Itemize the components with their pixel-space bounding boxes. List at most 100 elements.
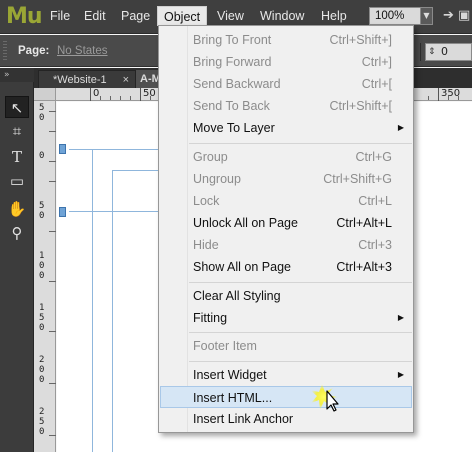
- ruler-corner[interactable]: [34, 88, 56, 101]
- menu-item-label: Unlock All on Page: [193, 216, 298, 230]
- guide-horizontal[interactable]: [69, 211, 169, 212]
- menu-item-ungroup[interactable]: Ungroup Ctrl+Shift+G: [160, 168, 412, 190]
- menu-item-label: Ungroup: [193, 172, 241, 186]
- footer-guide-handle-icon[interactable]: [59, 207, 66, 217]
- publish-icon[interactable]: ▣: [458, 8, 470, 23]
- menu-item-shortcut: Ctrl+G: [355, 150, 392, 164]
- menu-item-insert-link-anchor[interactable]: Insert Link Anchor: [160, 408, 412, 430]
- value-stepper[interactable]: ⇕ 0: [425, 43, 472, 61]
- menu-object[interactable]: Object: [157, 6, 208, 26]
- menu-item-show-all[interactable]: Show All on Page Ctrl+Alt+3: [160, 256, 412, 278]
- app-logo: Mu: [6, 4, 43, 29]
- menu-item-label: Send Backward: [193, 77, 281, 91]
- menu-item-shortcut: Ctrl+Alt+L: [336, 216, 392, 230]
- ruler-tick: [130, 96, 131, 100]
- ruler-tick: [49, 383, 56, 384]
- zoom-level[interactable]: 100%: [369, 7, 421, 25]
- panel-collapse-icon[interactable]: »: [0, 68, 34, 82]
- stepper-arrows-icon[interactable]: ⇕: [428, 44, 436, 60]
- tab-website-1[interactable]: *Website-1 ×: [38, 70, 136, 88]
- object-menu-dropdown: Bring To Front Ctrl+Shift+] Bring Forwar…: [158, 25, 414, 433]
- ruler-label: 5 0: [39, 201, 45, 221]
- menu-separator: [189, 332, 412, 333]
- menu-item-lock[interactable]: Lock Ctrl+L: [160, 190, 412, 212]
- menu-item-shortcut: Ctrl+Shift+[: [329, 99, 392, 113]
- ruler-tick: [428, 96, 429, 100]
- vertical-ruler[interactable]: 5 0 0 5 0 1 0 0 1 5 0 2 0 0 2 5 0: [34, 101, 56, 452]
- ruler-tick: [49, 161, 56, 162]
- ruler-tick: [49, 181, 56, 182]
- zoom-dropdown-icon[interactable]: ▼: [420, 7, 433, 25]
- stepper-value[interactable]: 0: [441, 44, 448, 60]
- selection-tool-icon[interactable]: ↖: [5, 96, 29, 118]
- ruler-label: 2 5 0: [39, 407, 45, 437]
- menu-item-label: Bring Forward: [193, 55, 272, 69]
- menu-item-shortcut: Ctrl+3: [358, 238, 392, 252]
- menu-item-send-to-back[interactable]: Send To Back Ctrl+Shift+[: [160, 95, 412, 117]
- menu-window[interactable]: Window: [254, 6, 310, 26]
- menu-item-label: Insert HTML...: [193, 391, 273, 405]
- ruler-label: 0: [39, 151, 45, 161]
- ruler-tick: [458, 96, 459, 100]
- text-tool-icon[interactable]: T: [5, 146, 29, 168]
- menu-item-label: Fitting: [193, 311, 228, 325]
- menu-item-hide[interactable]: Hide Ctrl+3: [160, 234, 412, 256]
- menu-item-shortcut: Ctrl+L: [358, 194, 392, 208]
- ruler-tick: [49, 111, 56, 112]
- menu-item-shortcut: Ctrl+[: [361, 77, 392, 91]
- ruler-tick: [448, 96, 449, 100]
- menu-item-group[interactable]: Group Ctrl+G: [160, 146, 412, 168]
- menu-edit[interactable]: Edit: [78, 6, 112, 26]
- menu-item-label: Footer Item: [193, 339, 257, 353]
- ruler-label: 1 0 0: [39, 251, 45, 281]
- ruler-label: 1 5 0: [39, 303, 45, 333]
- guide-vertical[interactable]: [92, 149, 93, 452]
- close-icon[interactable]: ×: [123, 71, 129, 89]
- mouse-cursor-icon: [310, 384, 339, 412]
- menu-item-label: Lock: [193, 194, 220, 208]
- ruler-tick: [49, 331, 56, 332]
- preview-arrow-icon[interactable]: ➔: [443, 8, 454, 23]
- menu-file[interactable]: File: [44, 6, 76, 26]
- grip-icon[interactable]: [3, 41, 7, 61]
- menu-item-unlock-all[interactable]: Unlock All on Page Ctrl+Alt+L: [160, 212, 412, 234]
- menu-item-shortcut: Ctrl+]: [361, 55, 392, 69]
- menu-item-shortcut: Ctrl+Shift+]: [329, 33, 392, 47]
- menu-item-bring-to-front[interactable]: Bring To Front Ctrl+Shift+]: [160, 29, 412, 51]
- menu-separator: [189, 143, 412, 144]
- menu-item-footer-item[interactable]: Footer Item: [160, 335, 412, 357]
- menu-page[interactable]: Page: [115, 6, 156, 26]
- menu-item-shortcut: Ctrl+Alt+3: [336, 260, 392, 274]
- ruler-tick: [150, 96, 151, 100]
- hand-tool-icon[interactable]: ✋: [5, 198, 29, 220]
- ruler-label: 2 0 0: [39, 355, 45, 385]
- zoom-tool-icon[interactable]: ⚲: [5, 222, 29, 244]
- menu-item-insert-widget[interactable]: Insert Widget ▶: [160, 364, 412, 386]
- header-guide-handle-icon[interactable]: [59, 144, 66, 154]
- tab-label: *Website-1: [53, 74, 107, 86]
- menu-item-bring-forward[interactable]: Bring Forward Ctrl+]: [160, 51, 412, 73]
- ruler-label: 0: [93, 88, 100, 99]
- menu-item-send-backward[interactable]: Send Backward Ctrl+[: [160, 73, 412, 95]
- submenu-arrow-icon: ▶: [397, 313, 404, 322]
- guide-horizontal[interactable]: [69, 149, 169, 150]
- ruler-tick: [49, 131, 56, 132]
- menu-item-fitting[interactable]: Fitting ▶: [160, 307, 412, 329]
- menu-item-label: Group: [193, 150, 228, 164]
- ruler-tick: [49, 281, 56, 282]
- submenu-arrow-icon: ▶: [397, 123, 404, 132]
- menu-help[interactable]: Help: [315, 6, 353, 26]
- menu-separator: [189, 282, 412, 283]
- tools-panel: » ↖ ⌗ T ▭ ✋ ⚲: [0, 68, 34, 452]
- menu-item-clear-all-styling[interactable]: Clear All Styling: [160, 285, 412, 307]
- rectangle-tool-icon[interactable]: ▭: [5, 170, 29, 192]
- divider: [420, 43, 421, 61]
- menu-item-label: Insert Link Anchor: [193, 412, 294, 426]
- crop-tool-icon[interactable]: ⌗: [5, 120, 29, 142]
- guide-vertical[interactable]: [112, 170, 113, 452]
- menu-item-move-to-layer[interactable]: Move To Layer ▶: [160, 117, 412, 139]
- menu-view[interactable]: View: [211, 6, 250, 26]
- menu-item-insert-html[interactable]: Insert HTML...: [160, 386, 412, 408]
- page-states-link[interactable]: No States: [57, 45, 108, 57]
- menu-item-label: Move To Layer: [193, 121, 275, 135]
